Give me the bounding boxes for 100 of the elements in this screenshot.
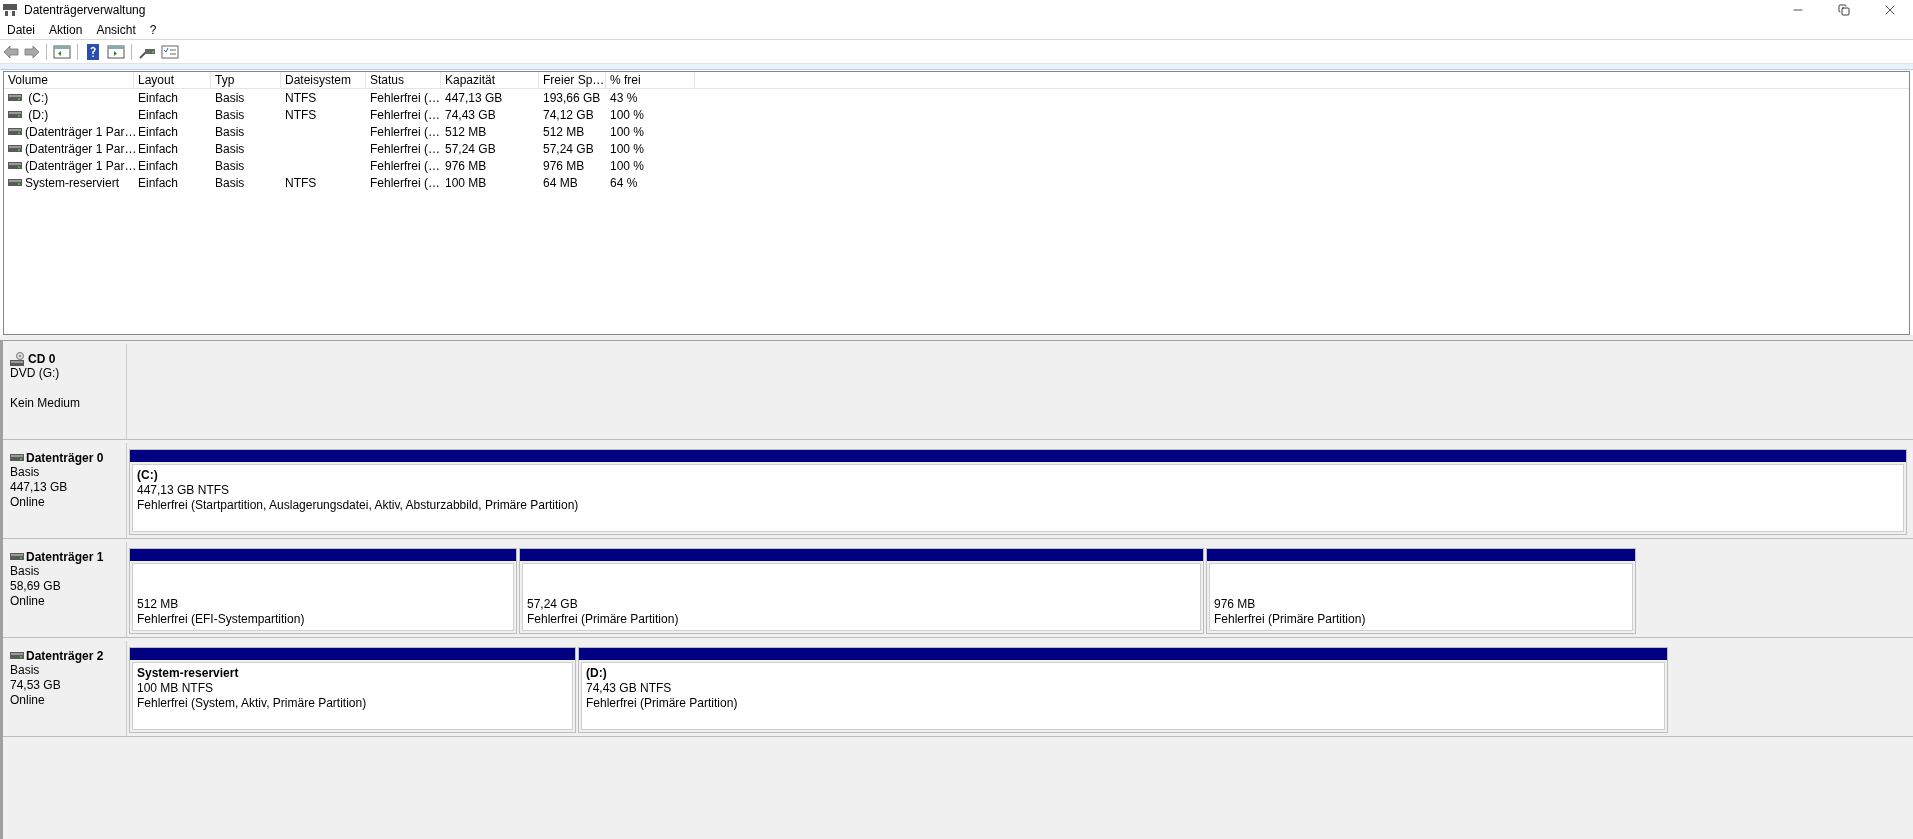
disk-status: Online <box>10 495 46 510</box>
table-cell-text: Basis <box>215 123 245 141</box>
menu-item[interactable]: ? <box>142 19 164 40</box>
partition-size: 100 MB NTFS <box>137 681 215 696</box>
disk-name: Datenträger 2 <box>26 647 104 665</box>
table-row[interactable]: (C:) Einfach Basis NTFS Fehlerfrei (… 447,13 GB 193,66 GB 43 % <box>4 89 1909 106</box>
disk-size: 447,13 GB <box>10 480 69 495</box>
disk-size: 74,53 GB <box>10 678 62 693</box>
table-cell-text: 512 MB <box>445 123 487 141</box>
table-cell-text: Fehlerfrei (… <box>370 89 440 107</box>
partition-label: (D:) <box>586 666 608 681</box>
cd-drive-icon <box>10 351 26 366</box>
table-cell-text: (C:) <box>27 89 49 107</box>
disk-name: CD 0 <box>28 350 56 368</box>
partition-block[interactable]: (D:) 74,43 GB NTFS Fehlerfrei (Primäre Partition) <box>578 647 1668 733</box>
partition-label: System-reserviert <box>137 666 240 681</box>
table-cell-text: (D:) <box>27 106 49 124</box>
partition-status: Fehlerfrei (Startpartition, Auslagerungsdatei, Aktiv, Absturzabbild, Primäre Partition) <box>137 498 580 513</box>
table-cell-text: 100 % <box>610 157 645 175</box>
partition-status: Fehlerfrei (System, Aktiv, Primäre Partition) <box>137 696 368 711</box>
partition-block[interactable]: (C:) 447,13 GB NTFS Fehlerfrei (Startpartition, Auslagerungsdatei, Aktiv, Absturzabbild, Primäre Partition) <box>129 449 1907 535</box>
table-row[interactable]: (Datenträger 1 Par…Einfach Basis Fehlerfrei (… 57,24 GB 57,24 GB 100 % <box>4 140 1909 157</box>
table-row[interactable]: System-reserviert Einfach Basis NTFS Fehlerfrei (… 100 MB 64 MB 64 % <box>4 174 1909 191</box>
table-cell-text: (Datenträger 1 Par… <box>25 140 137 158</box>
table-cell-text: Einfach <box>138 106 179 124</box>
disk-info-panel[interactable]: Datenträger 1 Basis 58,69 GB Online <box>3 542 127 637</box>
table-cell-text: Fehlerfrei (… <box>370 140 440 158</box>
column-header[interactable]: Dateisystem <box>281 72 366 88</box>
partition-status: Fehlerfrei (Primäre Partition) <box>1214 612 1367 627</box>
partition-status: Fehlerfrei (Primäre Partition) <box>527 612 680 627</box>
drive-icon <box>8 128 22 135</box>
table-cell-text: 100 % <box>610 123 645 141</box>
table-row[interactable]: (D:) Einfach Basis NTFS Fehlerfrei (… 74,43 GB 74,12 GB 100 % <box>4 106 1909 123</box>
partition-block[interactable]: System-reserviert 100 MB NTFS Fehlerfrei (System, Aktiv, Primäre Partition) <box>129 647 576 733</box>
table-cell-text: 100 % <box>610 140 645 158</box>
disk-size: 58,69 GB <box>10 579 62 594</box>
menu-item[interactable]: Datei <box>0 19 42 40</box>
table-cell-text: 512 MB <box>543 123 585 141</box>
table-cell-text: 193,66 GB <box>543 89 601 107</box>
disk-status: Online <box>10 693 46 708</box>
partition-size: 447,13 GB NTFS <box>137 483 231 498</box>
menu-item[interactable]: Aktion <box>42 19 90 40</box>
disk-name: Datenträger 1 <box>26 548 104 566</box>
table-cell-text: 57,24 GB <box>543 140 594 158</box>
drive-icon <box>8 111 22 118</box>
table-cell-text: System-reserviert <box>25 174 119 192</box>
table-cell-text: Fehlerfrei (… <box>370 123 440 141</box>
table-cell-text: Basis <box>215 174 245 192</box>
table-cell-text: Einfach <box>138 89 179 107</box>
table-cell-text: Einfach <box>138 123 179 141</box>
disk-type: DVD (G:) <box>10 366 61 381</box>
column-header[interactable]: Status <box>366 72 441 88</box>
menu-item[interactable]: Ansicht <box>89 19 143 40</box>
disk-info-panel[interactable]: CD 0 DVD (G:) Kein Medium <box>3 344 127 439</box>
table-cell-text: 976 MB <box>543 157 585 175</box>
partition-status: Fehlerfrei (EFI-Systempartition) <box>137 612 306 627</box>
table-cell-text: 64 % <box>610 174 638 192</box>
disk-status: Kein Medium <box>10 396 82 411</box>
partition-label: (C:) <box>137 468 159 483</box>
partition-status: Fehlerfrei (Primäre Partition) <box>586 696 739 711</box>
drive-icon <box>10 652 24 659</box>
table-cell-text: (Datenträger 1 Par… <box>25 157 137 175</box>
table-cell-text: NTFS <box>285 89 317 107</box>
column-header[interactable]: Layout <box>134 72 211 88</box>
table-cell-text: 74,12 GB <box>543 106 594 124</box>
table-cell-text: Einfach <box>138 157 179 175</box>
table-cell-text: 100 % <box>610 106 645 124</box>
drive-icon <box>10 454 24 461</box>
partition-block[interactable]: 57,24 GB Fehlerfrei (Primäre Partition) <box>519 548 1204 634</box>
column-header[interactable]: Volume <box>4 72 134 88</box>
table-cell-text: Fehlerfrei (… <box>370 157 440 175</box>
partition-size: 512 MB <box>137 597 180 612</box>
table-row[interactable]: (Datenträger 1 Par…Einfach Basis Fehlerfrei (… 976 MB 976 MB 100 % <box>4 157 1909 174</box>
column-header[interactable]: Freier Sp… <box>539 72 606 88</box>
table-cell-text: Basis <box>215 89 245 107</box>
disk-info-panel[interactable]: Datenträger 0 Basis 447,13 GB Online <box>3 443 127 538</box>
table-cell-text: Fehlerfrei (… <box>370 106 440 124</box>
drive-icon <box>10 553 24 560</box>
drive-icon <box>8 179 22 186</box>
table-cell-text: (Datenträger 1 Par… <box>25 123 137 141</box>
disk-type: Basis <box>10 465 41 480</box>
table-cell-text: Einfach <box>138 174 179 192</box>
table-row[interactable]: (Datenträger 1 Par…Einfach Basis Fehlerfrei (… 512 MB 512 MB 100 % <box>4 123 1909 140</box>
table-cell-text: 57,24 GB <box>445 140 496 158</box>
partition-size: 57,24 GB <box>527 597 579 612</box>
column-header[interactable]: % frei <box>606 72 695 88</box>
disk-info-panel[interactable]: Datenträger 2 Basis 74,53 GB Online <box>3 641 127 736</box>
app-icon <box>3 4 17 16</box>
table-cell-text: 100 MB <box>445 174 487 192</box>
drive-icon <box>8 162 22 169</box>
partition-block[interactable]: 512 MB Fehlerfrei (EFI-Systempartition) <box>129 548 517 634</box>
table-cell-text: 74,43 GB <box>445 106 496 124</box>
table-cell-text: Basis <box>215 157 245 175</box>
column-header[interactable]: Kapazität <box>441 72 539 88</box>
table-cell-text: Basis <box>215 140 245 158</box>
partition-block[interactable]: 976 MB Fehlerfrei (Primäre Partition) <box>1206 548 1636 634</box>
column-header[interactable]: Typ <box>211 72 281 88</box>
disk-type: Basis <box>10 564 41 579</box>
table-cell-text: Basis <box>215 106 245 124</box>
restore-icon <box>1838 4 1850 16</box>
